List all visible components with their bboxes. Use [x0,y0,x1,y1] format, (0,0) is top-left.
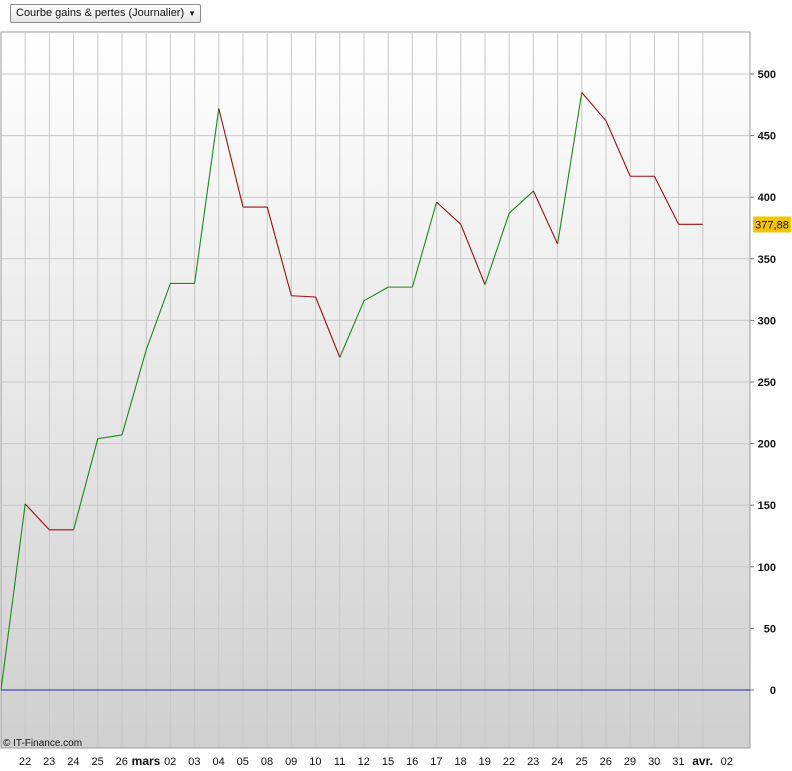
x-tick-label: 24 [551,756,563,768]
x-tick-label: 22 [503,756,515,768]
x-tick-label: 25 [91,756,103,768]
y-tick-label: 350 [758,254,776,266]
y-tick-label: 50 [764,623,776,635]
x-tick-label: 12 [358,756,370,768]
x-tick-label: 02 [721,756,733,768]
x-tick-label: 03 [188,756,200,768]
x-tick-label: avr. [692,754,713,768]
x-tick-label: 23 [527,756,539,768]
x-tick-label: 31 [672,756,684,768]
x-tick-label: 29 [624,756,636,768]
x-tick-label: 30 [648,756,660,768]
x-tick-label: 11 [334,756,345,768]
y-tick-label: 400 [758,192,776,204]
y-tick-label: 450 [758,131,776,143]
last-value-badge: 377,88 [753,216,791,233]
x-tick-label: 22 [19,756,31,768]
y-tick-label: 250 [758,377,776,389]
credit-text: © IT-Finance.com [3,738,82,749]
x-tick-label: mars [132,754,161,768]
x-tick-label: 17 [430,756,442,768]
x-tick-label: 08 [261,756,273,768]
x-axis-labels: 22 23 24 25 26 mars 02 03 04 05 08 09 10 11 12 15 16 17 18… [19,754,733,768]
x-tick-label: 26 [600,756,612,768]
y-tick-label: 200 [758,439,776,451]
y-tick-label: 150 [758,500,776,512]
y-tick-label: 0 [770,685,776,697]
x-tick-label: 25 [575,756,587,768]
y-tick-label: 100 [758,562,776,574]
x-tick-label: 18 [454,756,466,768]
x-tick-label: 19 [479,756,491,768]
x-tick-label: 09 [285,756,297,768]
x-tick-label: 15 [382,756,394,768]
plot-area [0,31,751,749]
y-axis-labels: 0 50 100 150 200 250 300 350 400 450 500 [750,69,776,697]
last-value-label: 377,88 [755,219,789,231]
y-tick-label: 500 [758,69,776,81]
x-tick-label: 02 [164,756,176,768]
x-tick-label: 26 [116,756,128,768]
x-tick-label: 24 [67,756,79,768]
x-tick-label: 16 [406,756,418,768]
x-tick-label: 04 [212,756,224,768]
x-tick-label: 10 [309,756,321,768]
chart: 050100150200250300350400450500 22 23 24 25 2… [0,31,791,768]
x-tick-label: 23 [43,756,55,768]
y-tick-label: 300 [758,315,776,327]
x-tick-label: 05 [237,756,249,768]
